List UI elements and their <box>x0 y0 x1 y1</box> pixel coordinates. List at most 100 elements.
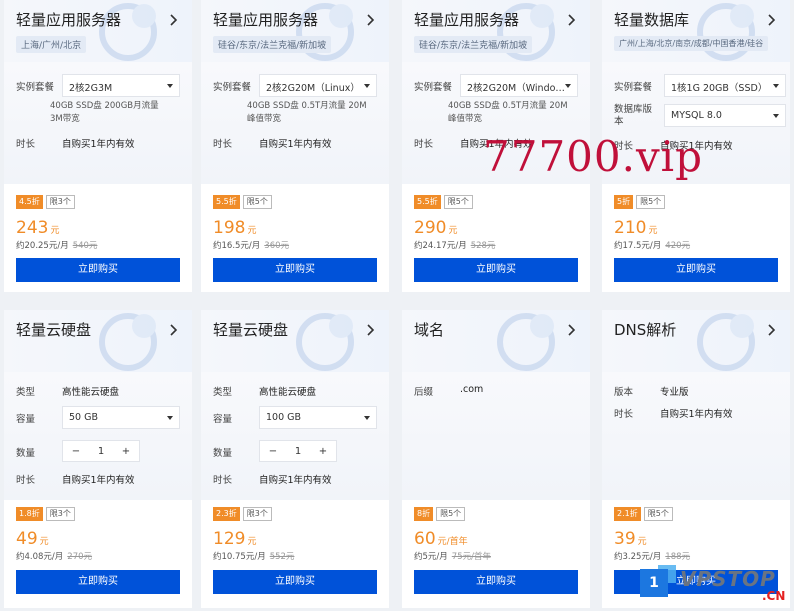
caret-down-icon <box>773 84 779 88</box>
duration-label: 时长 <box>213 139 233 150</box>
duration-value: 自购买1年内有效 <box>259 475 332 486</box>
price: 39 元 <box>614 529 647 549</box>
duration-value: 自购买1年内有效 <box>62 139 135 150</box>
spec-select[interactable]: 2核2G3M <box>62 74 180 97</box>
monthly-price: 约4.08元/月 270元 <box>16 552 93 562</box>
card-header[interactable]: 轻量数据库 广州/上海/北京/南京/成都/中国香港/硅谷 <box>602 0 790 62</box>
card-title: DNS解析 <box>614 321 677 339</box>
card-body: 实例套餐 2核2G3M 40GB SSD盘 200GB月流量 3M带宽 时长 自… <box>4 62 192 184</box>
caret-down-icon <box>167 84 173 88</box>
original-price: 528元 <box>470 241 496 251</box>
spec-select[interactable]: 2核2G20M（Windo… <box>460 74 578 97</box>
spec-note: 40GB SSD盘 200GB月流量 3M带宽 <box>50 101 159 124</box>
card-header[interactable]: 轻量应用服务器 上海/广州/北京 <box>4 0 192 62</box>
card-title: 轻量数据库 <box>614 11 690 29</box>
buy-now-button[interactable]: 立即购买 <box>213 258 377 282</box>
capacity-select[interactable]: 100 GB <box>259 406 377 429</box>
card-header[interactable]: 轻量应用服务器 硅谷/东京/法兰克福/新加坡 <box>402 0 590 62</box>
quantity-value[interactable]: 1 <box>92 446 110 457</box>
discount-badge: 4.5折 <box>16 195 43 209</box>
card-footer: 1.8折 限3个 49 元 约4.08元/月 270元 立即购买 <box>4 500 192 608</box>
buy-now-button[interactable]: 立即购买 <box>16 570 180 594</box>
spec-value: 2核2G3M <box>69 83 113 94</box>
monthly-price: 约3.25元/月 188元 <box>614 552 691 562</box>
product-grid: 轻量应用服务器 上海/广州/北京 实例套餐 2核2G3M 40GB SSD盘 2… <box>0 0 794 611</box>
limit-badge: 限3个 <box>45 195 75 209</box>
duration-label: 时长 <box>16 139 36 150</box>
card-lighthouse-server-2: 轻量应用服务器 硅谷/东京/法兰克福/新加坡 实例套餐 2核2G20M（Linu… <box>201 0 389 292</box>
monthly-price: 约16.5元/月 360元 <box>213 241 290 251</box>
buy-now-button[interactable]: 立即购买 <box>16 258 180 282</box>
quantity-value[interactable]: 1 <box>289 446 307 457</box>
discount-badge: 5折 <box>614 195 634 209</box>
card-body: 类型 高性能云硬盘 容量 50 GB 数量 − 1 + 时长 自购买1年内有效 <box>4 372 192 500</box>
card-body: 类型 高性能云硬盘 容量 100 GB 数量 − 1 + 时长 自购买1年内有效 <box>201 372 389 500</box>
limit-badge: 限5个 <box>436 507 466 521</box>
price: 210 元 <box>614 218 658 238</box>
duration-value: 自购买1年内有效 <box>259 139 332 150</box>
chevron-right-icon[interactable] <box>365 11 377 29</box>
card-cloud-disk-1: 轻量云硬盘 类型 高性能云硬盘 容量 50 GB 数量 − 1 + 时长 自购买… <box>4 310 192 608</box>
card-header[interactable]: 轻量云硬盘 <box>4 310 192 372</box>
card-dns: DNS解析 版本 专业版 时长 自购买1年内有效 2.1折 限5个 39 元 约3… <box>602 310 790 608</box>
region-tag: 硅谷/东京/法兰克福/新加坡 <box>414 36 533 53</box>
card-title: 轻量应用服务器 <box>414 11 520 29</box>
spec-value: 2核2G20M（Linux） <box>266 83 360 94</box>
card-body: 实例套餐 2核2G20M（Linux） 40GB SSD盘 0.5T月流量 20… <box>201 62 389 184</box>
monthly-price: 约20.25元/月 540元 <box>16 241 98 251</box>
db-version-select[interactable]: MYSQL 8.0 <box>664 104 786 127</box>
chevron-right-icon[interactable] <box>365 321 377 339</box>
duration-label: 时长 <box>213 475 233 486</box>
chevron-right-icon[interactable] <box>566 321 578 339</box>
buy-now-button[interactable]: 立即购买 <box>414 258 578 282</box>
chevron-right-icon[interactable] <box>168 321 180 339</box>
price: 60 元/首年 <box>414 529 468 549</box>
discount-badge: 5.5折 <box>213 195 240 209</box>
minus-icon[interactable]: − <box>67 446 85 457</box>
quantity-stepper[interactable]: − 1 + <box>62 440 140 462</box>
plus-icon[interactable]: + <box>314 446 332 457</box>
buy-now-button[interactable]: 立即购买 <box>614 258 778 282</box>
minus-icon[interactable]: − <box>264 446 282 457</box>
suffix-value: .com <box>460 384 484 395</box>
monthly-price: 约10.75元/月 552元 <box>213 552 295 562</box>
price: 129 元 <box>213 529 257 549</box>
card-footer: 5折 限5个 210 元 约17.5元/月 420元 立即购买 <box>602 184 790 292</box>
card-title: 轻量应用服务器 <box>16 11 122 29</box>
capacity-value: 100 GB <box>266 412 302 423</box>
chevron-right-icon[interactable] <box>766 11 778 29</box>
capacity-select[interactable]: 50 GB <box>62 406 180 429</box>
card-footer: 5.5折 限5个 290 元 约24.17元/月 528元 立即购买 <box>402 184 590 292</box>
card-header[interactable]: 轻量应用服务器 硅谷/东京/法兰克福/新加坡 <box>201 0 389 62</box>
card-header[interactable]: 轻量云硬盘 <box>201 310 389 372</box>
limit-badge: 限3个 <box>242 507 272 521</box>
spec-label: 实例套餐 <box>614 82 653 93</box>
logo-text: VPSTOP <box>680 567 776 591</box>
spec-value: 2核2G20M（Windo… <box>467 83 565 94</box>
card-footer: 4.5折 限3个 243 元 约20.25元/月 540元 立即购买 <box>4 184 192 292</box>
plus-icon[interactable]: + <box>117 446 135 457</box>
type-value: 高性能云硬盘 <box>62 387 120 398</box>
card-header[interactable]: 域名 <box>402 310 590 372</box>
original-price: 540元 <box>72 241 98 251</box>
card-header[interactable]: DNS解析 <box>602 310 790 372</box>
spec-select[interactable]: 2核2G20M（Linux） <box>259 74 377 97</box>
chevron-right-icon[interactable] <box>168 11 180 29</box>
duration-label: 时长 <box>614 409 634 420</box>
capacity-value: 50 GB <box>69 412 98 423</box>
buy-now-button[interactable]: 立即购买 <box>213 570 377 594</box>
caret-down-icon <box>364 84 370 88</box>
capacity-label: 容量 <box>213 414 233 425</box>
logo-suffix: .CN <box>762 589 786 603</box>
quantity-stepper[interactable]: − 1 + <box>259 440 337 462</box>
caret-down-icon <box>565 84 571 88</box>
discount-badge: 1.8折 <box>16 507 43 521</box>
chevron-right-icon[interactable] <box>566 11 578 29</box>
card-footer: 5.5折 限5个 198 元 约16.5元/月 360元 立即购买 <box>201 184 389 292</box>
spec-select[interactable]: 1核1G 20GB（SSD） <box>664 74 786 97</box>
buy-now-button[interactable]: 立即购买 <box>414 570 578 594</box>
region-tag: 上海/广州/北京 <box>16 36 87 53</box>
caret-down-icon <box>364 416 370 420</box>
db-version-label: 数据库版本 <box>614 104 653 127</box>
chevron-right-icon[interactable] <box>766 321 778 339</box>
